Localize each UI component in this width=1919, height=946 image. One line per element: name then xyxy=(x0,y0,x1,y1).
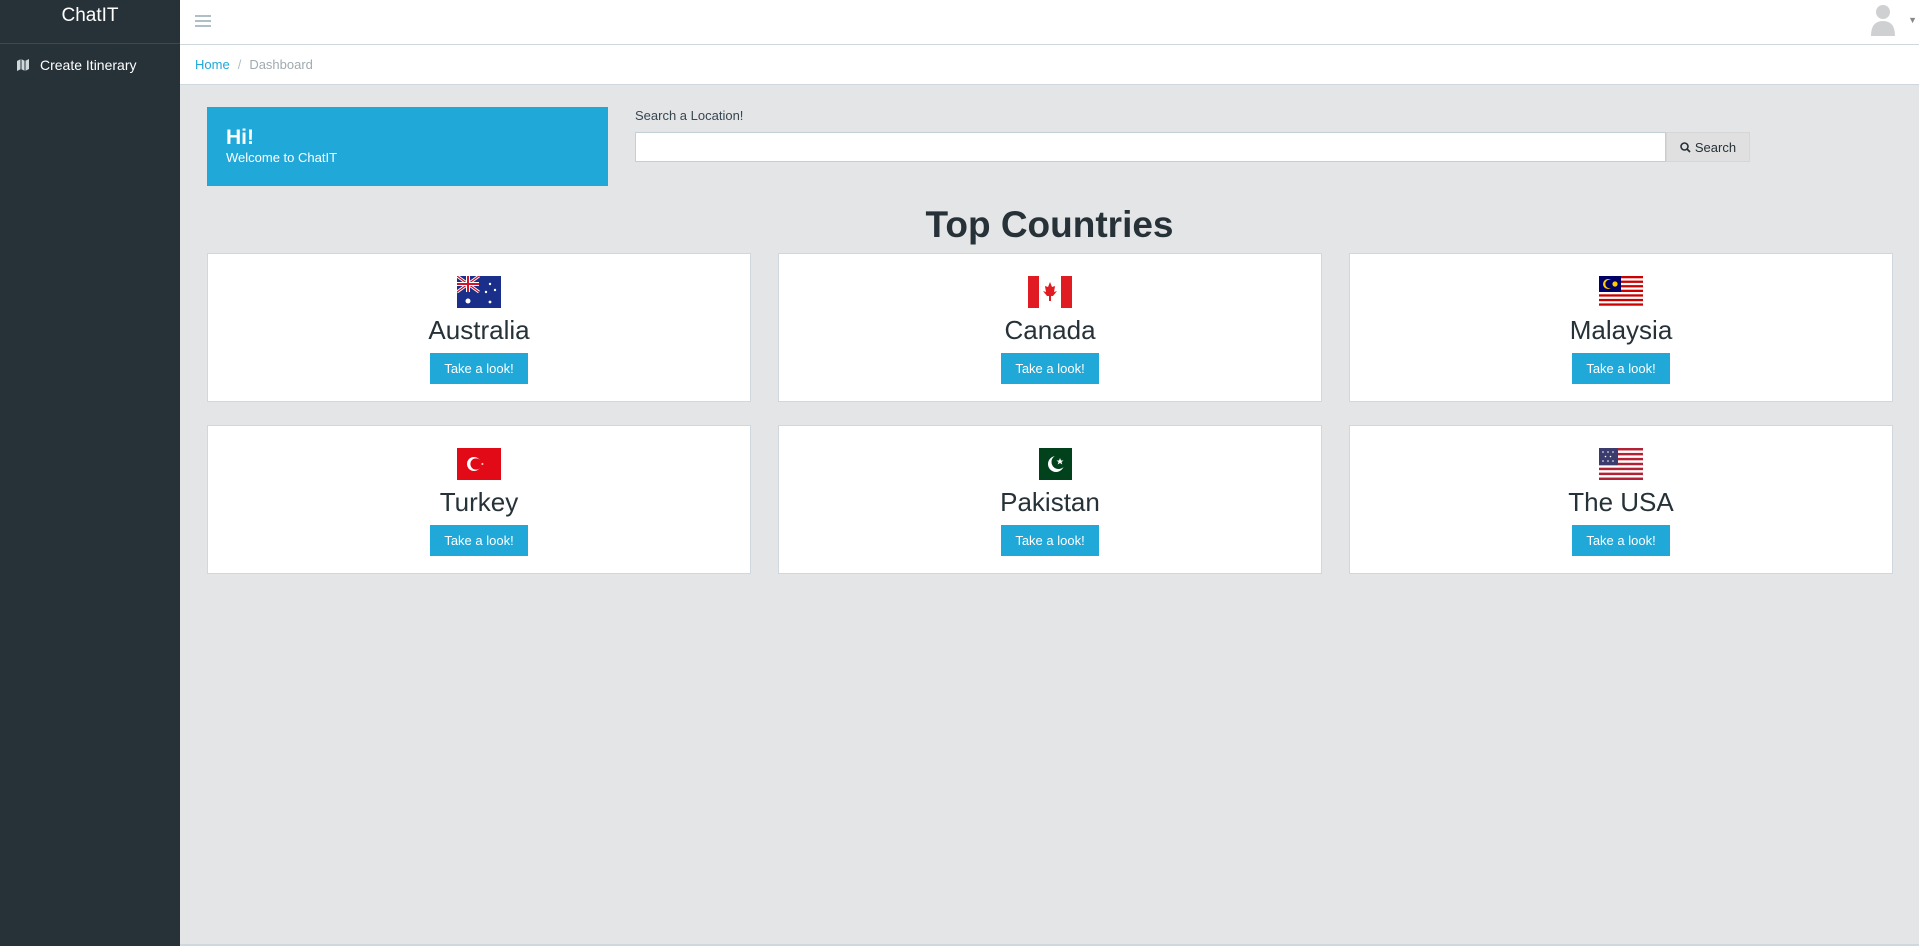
pakistan-flag-icon xyxy=(1028,448,1072,480)
search-icon xyxy=(1680,141,1691,153)
search-label: Search a Location! xyxy=(635,108,744,123)
sidebar-item-label: Create Itinerary xyxy=(40,57,137,73)
country-name: Australia xyxy=(428,315,530,345)
breadcrumb: Home / Dashboard xyxy=(180,45,1919,85)
search-input[interactable] xyxy=(635,132,1666,162)
map-icon xyxy=(17,59,29,71)
country-card-malaysia: Malaysia Take a look! xyxy=(1349,253,1893,402)
welcome-greeting: Hi! xyxy=(226,126,254,149)
take-a-look-button[interactable]: Take a look! xyxy=(1001,525,1099,556)
user-avatar-icon[interactable] xyxy=(1869,2,1897,36)
turkey-flag-icon xyxy=(457,448,501,480)
country-card-australia: Australia Take a look! xyxy=(207,253,751,402)
topbar: ▼ xyxy=(180,0,1919,45)
take-a-look-button[interactable]: Take a look! xyxy=(430,353,528,384)
chevron-down-icon[interactable]: ▼ xyxy=(1908,15,1917,25)
country-name: Malaysia xyxy=(1569,315,1673,345)
breadcrumb-current: Dashboard xyxy=(249,57,313,72)
country-card-canada: Canada Take a look! xyxy=(778,253,1322,402)
take-a-look-button[interactable]: Take a look! xyxy=(1572,525,1670,556)
country-name: Canada xyxy=(1004,315,1096,345)
breadcrumb-separator: / xyxy=(237,57,242,72)
usa-flag-icon xyxy=(1599,448,1643,480)
country-card-usa: The USA Take a look! xyxy=(1349,425,1893,574)
country-card-turkey: Turkey Take a look! xyxy=(207,425,751,574)
search-button[interactable]: Search xyxy=(1666,132,1750,162)
country-name: Pakistan xyxy=(1000,487,1100,517)
brand-logo[interactable]: ChatIT xyxy=(0,0,180,44)
canada-flag-icon xyxy=(1028,276,1072,308)
australia-flag-icon xyxy=(457,276,501,308)
sidebar: ChatIT Create Itinerary xyxy=(0,0,180,946)
malaysia-flag-icon xyxy=(1599,276,1643,308)
take-a-look-button[interactable]: Take a look! xyxy=(430,525,528,556)
country-name: The USA xyxy=(1568,487,1674,517)
section-title: Top Countries xyxy=(925,204,1174,245)
country-name: Turkey xyxy=(439,487,519,517)
welcome-message: Welcome to ChatIT xyxy=(226,150,338,165)
hamburger-icon[interactable] xyxy=(195,12,211,28)
welcome-card: Hi! Welcome to ChatIT xyxy=(207,107,608,186)
search-button-label: Search xyxy=(1694,139,1737,155)
sidebar-item-create-itinerary[interactable]: Create Itinerary xyxy=(0,44,180,86)
breadcrumb-home-link[interactable]: Home xyxy=(195,57,230,72)
country-card-pakistan: Pakistan Take a look! xyxy=(778,425,1322,574)
take-a-look-button[interactable]: Take a look! xyxy=(1001,353,1099,384)
take-a-look-button[interactable]: Take a look! xyxy=(1572,353,1670,384)
